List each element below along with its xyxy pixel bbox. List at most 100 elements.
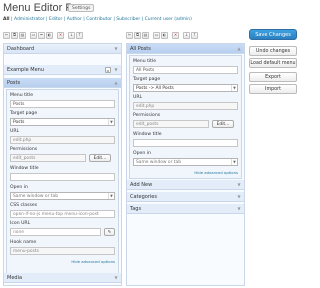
css-classes-label: CSS classes [10,203,38,208]
cut-icon[interactable]: ✂ [3,31,10,39]
chevron-down-icon[interactable]: ▼ [113,46,119,52]
permissions-label: Permissions [10,147,38,152]
icon-picker-button[interactable]: ✎ [104,228,115,236]
submenu-item-add-new[interactable]: Add New ▼ [127,180,244,190]
role-list[interactable]: | Administrator | Editor | Author | Cont… [10,17,192,22]
menu-title-field[interactable]: All Posts [133,66,238,74]
chevron-down-icon: ▼ [231,159,237,165]
delete-icon[interactable]: ✕ [172,31,179,39]
submenu-column: All Posts ▲ Menu title All Posts Target … [126,43,245,286]
hide-icon[interactable]: ◐ [46,31,53,39]
chevron-down-icon: ▼ [108,119,114,125]
new-menu-icon[interactable]: ▭ [30,31,37,39]
edit-permissions-button[interactable]: Edit... [89,154,111,162]
menu-item-label: Media [7,275,23,281]
edit-permissions-button[interactable]: Edit... [212,120,234,128]
chevron-down-icon: ▼ [108,193,114,199]
chevron-up-icon[interactable]: ▲ [236,46,242,52]
role-filter-bar: All | Administrator | Editor | Author | … [3,17,192,22]
chevron-down-icon[interactable]: ▼ [113,275,119,281]
icon-url-label: Icon URL [10,221,31,226]
target-page-select[interactable]: Posts -> All Posts ▼ [133,84,238,92]
top-level-menu-column: Dashboard ▼ Example Menu ▫ ▼ Posts ▲ Men… [3,43,122,286]
chevron-down-icon[interactable]: ▼ [113,67,119,73]
menu-title-label: Menu title [133,59,157,64]
permissions-field[interactable]: edit_posts [10,154,86,162]
menu-item-example-menu[interactable]: Example Menu ▫ ▼ [4,65,121,75]
submenu-item-all-posts[interactable]: All Posts ▲ [127,44,244,54]
url-field[interactable]: edit.php [133,102,238,110]
chevron-down-icon[interactable]: ▼ [236,182,242,188]
left-toolbar: ✂ ⧉ ▤ ▭ ═ ◐ ✕ ↓ ↑ [3,30,83,40]
open-in-value: Same window or tab [13,194,58,199]
url-field[interactable]: edit.php [10,136,115,144]
icon-url-field[interactable]: none [10,228,101,236]
hook-name-label: Hook name [10,240,37,245]
sort-asc-icon[interactable]: ↓ [183,31,190,39]
menu-item-label: Categories [130,194,157,200]
menu-item-media[interactable]: Media ▼ [4,273,121,283]
target-page-label: Target page [10,111,38,116]
sort-asc-icon[interactable]: ↓ [68,31,75,39]
target-page-value: Posts [13,120,25,125]
open-in-label: Open in [133,151,151,156]
delete-icon[interactable]: ✕ [57,31,64,39]
url-label: URL [10,129,20,134]
window-title-field[interactable] [133,139,238,147]
chevron-up-icon[interactable]: ▲ [113,80,119,86]
menu-item-label: Example Menu [7,67,45,73]
url-label: URL [133,95,143,100]
save-changes-button[interactable]: Save Changes [249,29,297,40]
window-title-label: Window title [10,166,39,171]
cut-icon[interactable]: ✂ [126,31,133,39]
open-in-value: Same window or tab [136,160,181,165]
undo-changes-button[interactable]: Undo changes [249,46,297,56]
paste-icon[interactable]: ▤ [19,31,26,39]
role-all-link[interactable]: All [3,17,10,22]
hide-advanced-link[interactable]: Hide advanced options [71,259,115,264]
pin-icon: ✎ [107,230,112,235]
target-page-select[interactable]: Posts ▼ [10,118,115,126]
copy-icon[interactable]: ⧉ [11,31,18,39]
import-button[interactable]: Import [249,84,297,94]
menu-item-label: Dashboard [7,46,35,52]
all-posts-edit-panel: Menu title All Posts Target page Posts -… [129,55,242,179]
page-icon: ▫ [105,67,111,73]
menu-title-label: Menu title [10,93,34,98]
new-item-icon[interactable]: ▭ [153,31,160,39]
open-in-label: Open in [10,185,28,190]
right-toolbar: ✂ ⧉ ▤ ▭ ◐ ✕ ↓ ↑ [126,30,198,40]
hide-advanced-link[interactable]: Hide advanced options [194,170,238,175]
chevron-down-icon: ▼ [231,85,237,91]
new-separator-icon[interactable]: ═ [38,31,45,39]
window-title-field[interactable] [10,173,115,181]
permissions-label: Permissions [133,113,161,118]
open-in-select[interactable]: Same window or tab ▼ [10,192,115,200]
css-classes-field[interactable]: open-if-no-js menu-top menu-icon-post [10,210,115,218]
paste-icon[interactable]: ▤ [142,31,149,39]
posts-edit-panel: Menu title Posts Target page Posts ▼ URL… [6,89,119,279]
chevron-down-icon[interactable]: ▼ [236,194,242,200]
export-button[interactable]: Export [249,72,297,82]
hide-icon[interactable]: ◐ [161,31,168,39]
menu-item-label: Posts [7,80,21,86]
window-title-label: Window title [133,132,162,137]
open-in-select[interactable]: Same window or tab ▼ [133,158,238,166]
load-default-menu-button[interactable]: Load default menu [249,58,297,68]
menu-item-label: All Posts [130,46,151,52]
settings-button[interactable]: Settings [68,4,95,12]
target-page-label: Target page [133,77,161,82]
menu-item-label: Tags [130,206,142,212]
copy-icon[interactable]: ⧉ [134,31,141,39]
target-page-value: Posts -> All Posts [136,86,174,91]
sort-desc-icon[interactable]: ↑ [76,31,83,39]
sort-desc-icon[interactable]: ↑ [191,31,198,39]
menu-item-dashboard[interactable]: Dashboard ▼ [4,44,121,54]
permissions-field[interactable]: edit_posts [133,120,209,128]
menu-title-field[interactable]: Posts [10,100,115,108]
hook-name-field[interactable]: menu-posts [10,247,115,255]
submenu-item-categories[interactable]: Categories ▼ [127,192,244,202]
menu-item-posts[interactable]: Posts ▲ [4,78,121,88]
chevron-down-icon[interactable]: ▼ [236,206,242,212]
submenu-item-tags[interactable]: Tags ▼ [127,204,244,214]
